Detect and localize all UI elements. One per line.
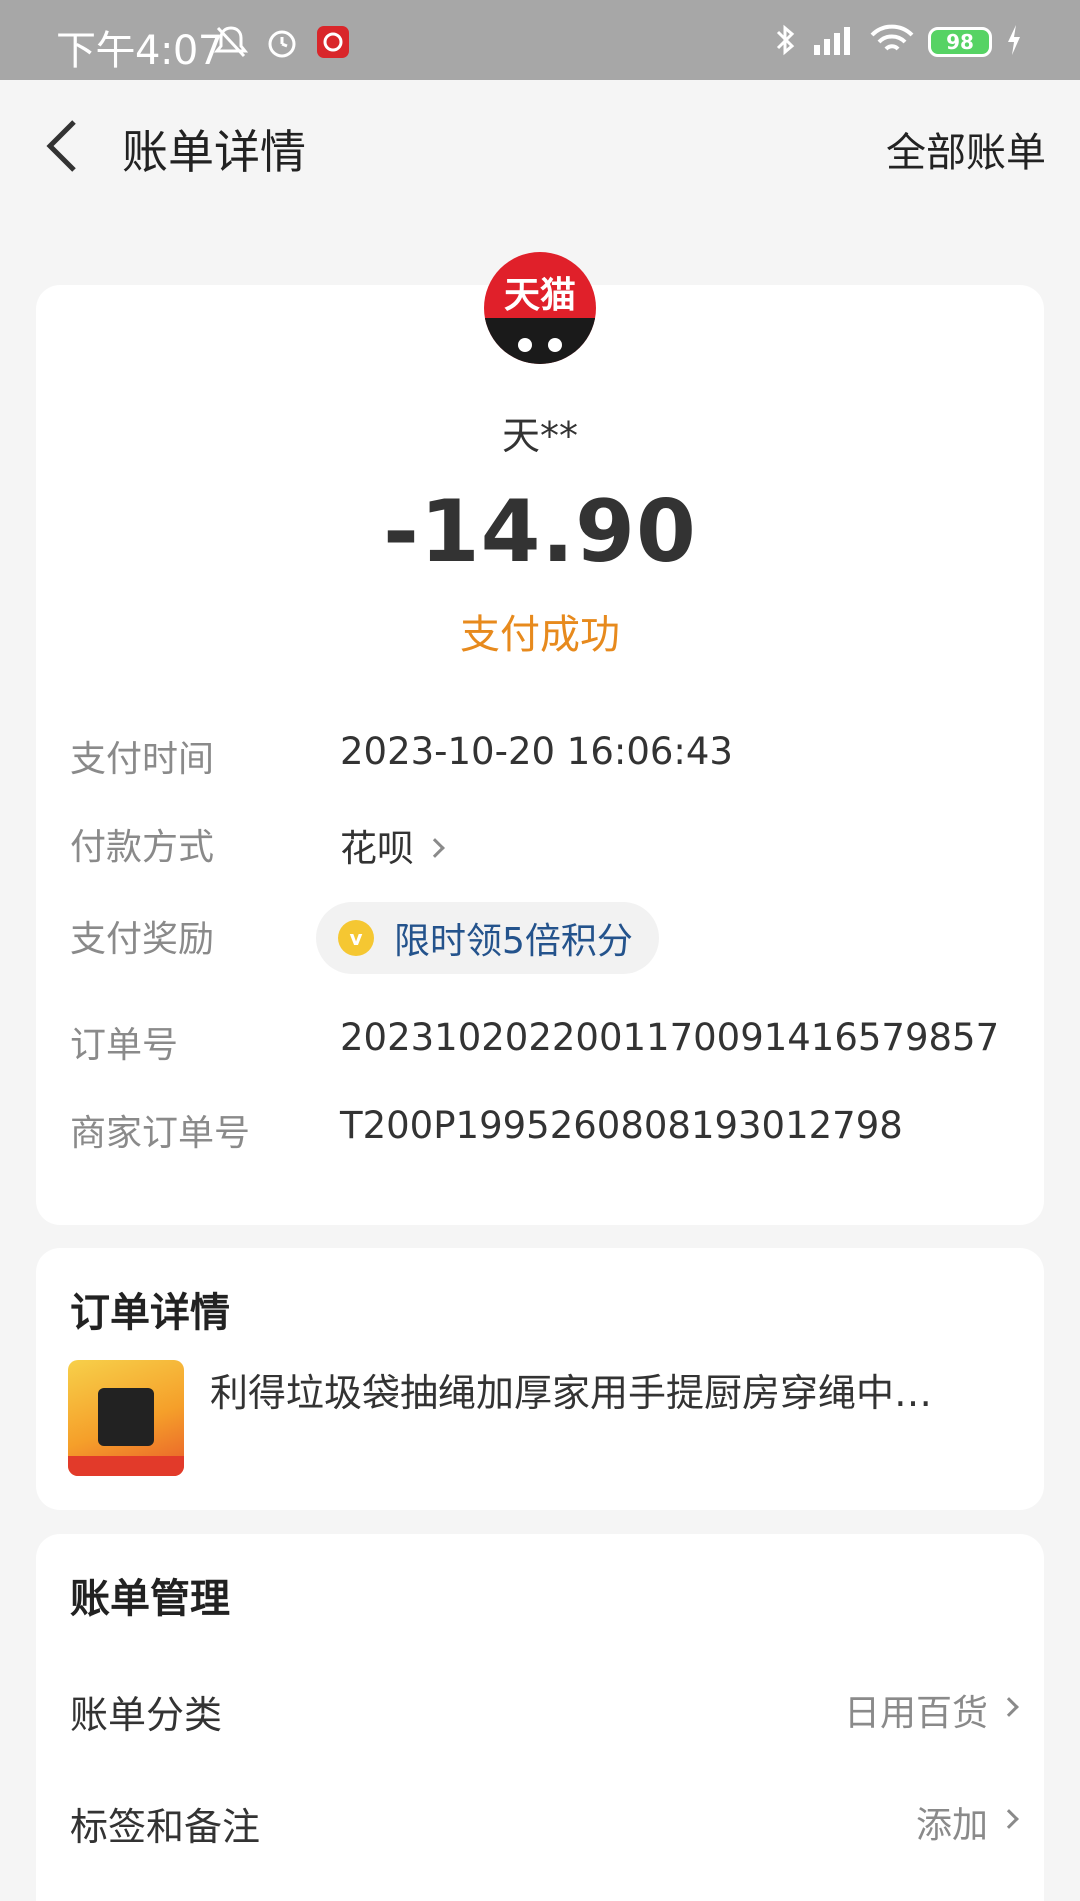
bill-category-link[interactable]: 日用百货 <box>843 1684 1019 1736</box>
order-details-title: 订单详情 <box>70 1290 230 1336</box>
merchant-name: 天** <box>501 414 578 458</box>
merchant-order-value: T200P1995260808193012798 <box>340 1104 903 1147</box>
payment-method-label: 付款方式 <box>70 827 215 868</box>
chevron-right-icon <box>999 1809 1019 1829</box>
tmall-logo-text: 天猫 <box>503 275 576 316</box>
chevron-right-icon <box>425 837 445 858</box>
transaction-amount: -14.90 <box>383 482 697 582</box>
bill-category-label: 账单分类 <box>70 1693 223 1737</box>
order-no-value: 2023102022001170091416579857 <box>340 1016 1000 1059</box>
product-name[interactable]: 利得垃圾袋抽绳加厚家用手提厨房穿绳中… <box>210 1362 990 1417</box>
reward-badge[interactable]: v 限时领5倍积分 <box>316 902 659 974</box>
chevron-right-icon <box>999 1697 1019 1717</box>
tmall-logo[interactable]: 天猫 <box>484 252 596 364</box>
tags-notes-value: 添加 <box>915 1805 988 1846</box>
coin-icon: v <box>338 920 374 956</box>
tags-notes-label: 标签和备注 <box>70 1805 261 1849</box>
cat-eye-left <box>518 338 532 352</box>
tags-notes-link[interactable]: 添加 <box>915 1796 1019 1848</box>
bill-category-value: 日用百货 <box>843 1693 988 1734</box>
reward-label: 支付奖励 <box>70 919 215 960</box>
all-bills-link[interactable]: 全部账单 <box>886 120 1046 178</box>
pay-time-value: 2023-10-20 16:06:43 <box>340 730 733 773</box>
status-time: 下午4:07 <box>56 28 223 74</box>
status-bar: 下午4:07 98 <box>0 0 1080 80</box>
cat-eye-right <box>548 338 562 352</box>
product-image-bag <box>98 1388 154 1446</box>
bell-off-icon <box>213 24 249 64</box>
product-thumbnail <box>68 1360 184 1476</box>
product-image-strip <box>68 1456 184 1476</box>
wifi-icon <box>870 23 914 61</box>
charging-icon <box>1006 25 1022 59</box>
bluetooth-icon <box>774 22 798 62</box>
order-no-label: 订单号 <box>70 1025 179 1066</box>
alarm-icon <box>264 24 300 64</box>
merchant-order-label: 商家订单号 <box>70 1113 251 1154</box>
battery-icon: 98 <box>928 27 992 57</box>
reward-text: 限时领5倍积分 <box>394 921 633 962</box>
cat-face <box>484 318 596 364</box>
pay-time-label: 支付时间 <box>70 739 215 780</box>
signal-icon <box>812 23 856 61</box>
page-title: 账单详情 <box>122 125 306 179</box>
payment-method-link[interactable]: 花呗 <box>340 818 445 872</box>
nav-header: 账单详情 全部账单 <box>0 80 1080 210</box>
bill-management-title: 账单管理 <box>70 1576 230 1622</box>
payment-method-value: 花呗 <box>340 827 414 870</box>
app-notification-icon <box>316 25 350 63</box>
payment-status: 支付成功 <box>460 612 620 658</box>
back-arrow-icon[interactable] <box>40 116 84 176</box>
